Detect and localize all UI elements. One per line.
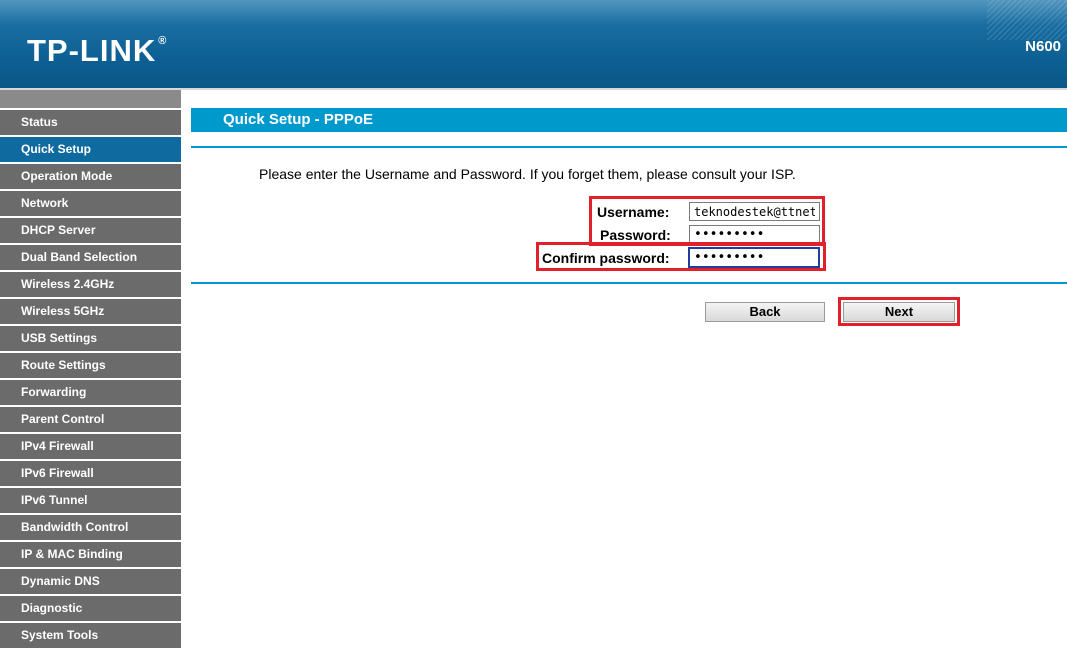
sidebar-nav: Status Quick Setup Operation Mode Networ…: [0, 90, 181, 648]
sidebar-item-ipv6-tunnel[interactable]: IPv6 Tunnel: [0, 488, 181, 515]
sidebar-item-dynamic-dns[interactable]: Dynamic DNS: [0, 569, 181, 596]
back-button[interactable]: Back: [705, 302, 825, 322]
password-input[interactable]: [689, 225, 820, 244]
sidebar-item-bandwidth-control[interactable]: Bandwidth Control: [0, 515, 181, 542]
password-label: Password:: [600, 227, 671, 243]
sidebar-item-dual-band-selection[interactable]: Dual Band Selection: [0, 245, 181, 272]
registered-mark: ®: [158, 35, 168, 47]
sidebar-item-ip-mac-binding[interactable]: IP & MAC Binding: [0, 542, 181, 569]
sidebar-item-route-settings[interactable]: Route Settings: [0, 353, 181, 380]
header-sheen: [0, 0, 1067, 26]
form-divider: [191, 282, 1067, 284]
next-button[interactable]: Next: [843, 302, 955, 322]
sidebar-item-dhcp-server[interactable]: DHCP Server: [0, 218, 181, 245]
confirm-password-label: Confirm password:: [542, 250, 670, 266]
confirm-password-input[interactable]: [688, 247, 820, 268]
sidebar-item-diagnostic[interactable]: Diagnostic: [0, 596, 181, 623]
header-banner: TP-LINK ® N600: [0, 0, 1067, 88]
sidebar-item-ipv6-firewall[interactable]: IPv6 Firewall: [0, 461, 181, 488]
title-divider: [191, 146, 1067, 148]
instructions-text: Please enter the Username and Password. …: [259, 166, 796, 182]
username-input[interactable]: [689, 202, 820, 221]
sidebar-item-network[interactable]: Network: [0, 191, 181, 218]
sidebar-item-forwarding[interactable]: Forwarding: [0, 380, 181, 407]
sidebar-item-system-tools[interactable]: System Tools: [0, 623, 181, 648]
header-stripes: [987, 0, 1067, 40]
sidebar-item-quick-setup[interactable]: Quick Setup: [0, 137, 181, 164]
brand-logo-text: TP-LINK: [27, 33, 157, 68]
sidebar-item-ipv4-firewall[interactable]: IPv4 Firewall: [0, 434, 181, 461]
model-name: N600: [1025, 38, 1061, 55]
sidebar-item-status[interactable]: Status: [0, 110, 181, 137]
sidebar-item-wireless-5ghz[interactable]: Wireless 5GHz: [0, 299, 181, 326]
page-title: Quick Setup - PPPoE: [223, 111, 374, 128]
sidebar-item-parent-control[interactable]: Parent Control: [0, 407, 181, 434]
page-title-bar: Quick Setup - PPPoE: [191, 108, 1067, 132]
brand-logo: TP-LINK ®: [27, 33, 167, 69]
sidebar-item-usb-settings[interactable]: USB Settings: [0, 326, 181, 353]
sidebar-item-operation-mode[interactable]: Operation Mode: [0, 164, 181, 191]
sidebar-item-wireless-24ghz[interactable]: Wireless 2.4GHz: [0, 272, 181, 299]
sidebar-top-spacer: [0, 90, 181, 110]
username-label: Username:: [597, 204, 670, 220]
